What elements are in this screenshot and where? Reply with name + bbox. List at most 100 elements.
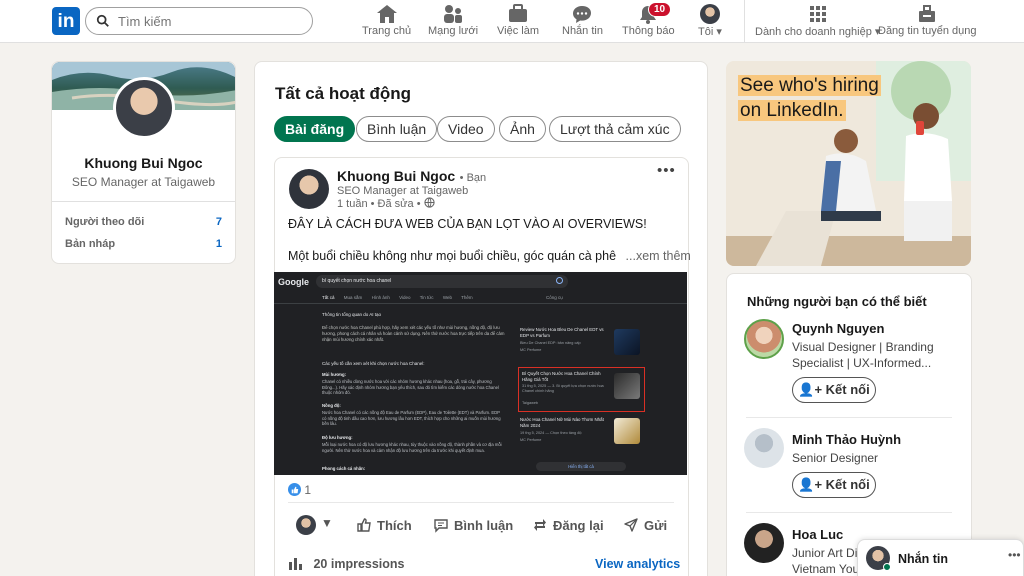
result-snippet: 19 thg 5, 2024 — Chọn theo tầng độ bbox=[520, 430, 582, 435]
factor-heading: Nồng độ: bbox=[322, 403, 341, 408]
result-source: Taigaweb bbox=[522, 401, 539, 405]
profile-stat-drafts[interactable]: Bản nháp 1 bbox=[65, 238, 222, 250]
comment-icon bbox=[434, 519, 448, 533]
nav-notifications[interactable]: 10 Thông báo bbox=[622, 2, 675, 37]
comment-button[interactable]: Bình luận bbox=[433, 517, 513, 533]
filter-reactions[interactable]: Lượt thả cảm xúc bbox=[549, 116, 681, 142]
google-search-query: bí quyết chọn nước hoa chanel bbox=[322, 278, 392, 284]
post-image[interactable]: Google bí quyết chọn nước hoa chanel Tất… bbox=[274, 272, 687, 475]
pymk-name[interactable]: Hoa Luc bbox=[792, 527, 843, 542]
bar-chart-icon bbox=[289, 558, 302, 570]
profile-avatar[interactable] bbox=[113, 77, 175, 139]
result-title: Bí Quyết Chọn Nước Hoa Chanel Chính Hãng… bbox=[522, 371, 601, 382]
nav-home[interactable]: Trang chủ bbox=[362, 4, 411, 37]
pymk-divider bbox=[746, 417, 952, 418]
chevron-down-icon: ▾ bbox=[713, 26, 722, 38]
pymk-headline: Specialist | UX-Informed... bbox=[792, 356, 932, 370]
connect-button[interactable]: 👤+ Kết nối bbox=[792, 377, 876, 403]
filter-videos[interactable]: Video bbox=[437, 116, 495, 142]
connect-button[interactable]: 👤+ Kết nối bbox=[792, 472, 876, 498]
profile-name[interactable]: Khuong Bui Ngoc bbox=[52, 155, 235, 171]
profile-divider bbox=[52, 201, 235, 202]
nav-me[interactable]: Tôi ▾ bbox=[698, 4, 722, 38]
google-tabs-divider bbox=[274, 303, 687, 304]
post-title: ĐÂY LÀ CÁCH ĐƯA WEB CỦA BẠN LỌT VÀO AI O… bbox=[288, 217, 647, 231]
reaction-count[interactable]: 1 bbox=[288, 483, 311, 497]
post-author-name[interactable]: Khuong Bui Ngoc bbox=[337, 168, 455, 184]
result-snippet: Bleu De Chanel EDP: bản nâng cấp bbox=[520, 340, 581, 345]
google-tab: Thêm bbox=[461, 295, 473, 300]
factor-text: Chanel có nhiều dòng nước hoa với các nh… bbox=[322, 379, 499, 396]
connect-label: Kết nối bbox=[825, 477, 870, 492]
post-author-avatar[interactable] bbox=[289, 169, 329, 209]
google-tab: Tin tức bbox=[419, 295, 434, 300]
pymk-avatar[interactable] bbox=[744, 428, 784, 468]
google-logo: Google bbox=[278, 277, 309, 287]
messaging-bar[interactable]: Nhắn tin ••• bbox=[857, 539, 1024, 576]
like-button[interactable]: Thích bbox=[356, 517, 412, 533]
chevron-down-icon[interactable]: ▼ bbox=[321, 516, 333, 530]
post-author-relation: • Bạn bbox=[459, 172, 487, 184]
view-analytics-link[interactable]: View analytics bbox=[595, 557, 680, 571]
send-button[interactable]: Gửi bbox=[623, 517, 667, 533]
repost-button[interactable]: Đăng lại bbox=[532, 517, 604, 533]
factors-heading: Các yếu tố cần xem xét khi chọn nước hoa… bbox=[322, 361, 425, 366]
see-more-link[interactable]: ...xem thêm bbox=[626, 249, 691, 263]
result-title: Review Nước Hoa Bleu De Chanel EDT vs ED… bbox=[520, 327, 604, 338]
post-more-icon[interactable]: ••• bbox=[657, 162, 676, 179]
nav-business-label: Dành cho doanh nghiệp bbox=[755, 26, 872, 38]
google-tabs: Tất cả Mua sắm Hình ảnh Video Tin tức We… bbox=[322, 295, 473, 300]
profile-stat-value: 1 bbox=[215, 238, 222, 250]
search-input[interactable] bbox=[118, 11, 298, 31]
jobs-icon bbox=[508, 4, 527, 22]
nav-notifications-label: Thông báo bbox=[622, 25, 675, 37]
pymk-avatar[interactable] bbox=[744, 319, 784, 359]
linkedin-logo[interactable]: in bbox=[52, 7, 80, 35]
post-as-avatar[interactable] bbox=[296, 515, 316, 535]
hiring-ad[interactable]: See who's hiring on LinkedIn. bbox=[726, 61, 971, 266]
google-tab: Mua sắm bbox=[343, 295, 363, 300]
impressions-count: 20 impressions bbox=[313, 557, 405, 571]
pymk-headline: Visual Designer | Branding bbox=[792, 340, 934, 354]
impressions-row[interactable]: 20 impressions bbox=[288, 556, 405, 571]
ai-overview-label: Thông tin tổng quan do AI tạo bbox=[322, 312, 382, 317]
pymk-avatar[interactable] bbox=[744, 523, 784, 563]
pymk-name[interactable]: Minh Thảo Huỳnh bbox=[792, 432, 901, 447]
connect-label: Kết nối bbox=[825, 382, 870, 397]
pymk-name[interactable]: Quynh Nguyen bbox=[792, 321, 884, 336]
ad-headline: See who's hiring on LinkedIn. bbox=[738, 73, 881, 123]
google-tab: Tất cả bbox=[322, 295, 335, 300]
post-author-line: Khuong Bui Ngoc • Bạn bbox=[337, 168, 486, 186]
reaction-count-value: 1 bbox=[304, 483, 312, 497]
pymk-headline: Junior Art Di bbox=[792, 546, 858, 560]
messaging-more-icon[interactable]: ••• bbox=[1008, 548, 1021, 562]
filter-posts[interactable]: Bài đăng bbox=[274, 116, 356, 142]
pymk-heading: Những người bạn có thể biết bbox=[747, 294, 927, 309]
filter-images[interactable]: Ảnh bbox=[499, 116, 546, 142]
nav-jobs-label: Việc làm bbox=[497, 25, 539, 37]
result-title: Nước Hoa Chanel Nữ Mùi Nào Thơm Nhất Năm… bbox=[520, 417, 604, 428]
factor-heading: Mùi hương: bbox=[322, 372, 347, 377]
nav-messaging[interactable]: Nhắn tin bbox=[562, 4, 603, 37]
top-nav: in Trang chủ Mạng lưới Việc làm Nhắn tin… bbox=[0, 0, 1024, 43]
post-meta-line: 1 tuần • Đã sửa • bbox=[337, 197, 435, 210]
profile-stat-followers[interactable]: Người theo dõi 7 bbox=[65, 216, 222, 228]
notification-badge: 10 bbox=[648, 2, 672, 17]
factor-heading: Độ lưu hương: bbox=[322, 435, 353, 440]
profile-card: Khuong Bui Ngoc SEO Manager at Taigaweb … bbox=[51, 61, 236, 264]
me-avatar bbox=[699, 4, 720, 24]
like-label: Thích bbox=[377, 518, 412, 533]
nav-business[interactable]: Dành cho doanh nghiệp ▾ bbox=[755, 4, 880, 38]
nav-network[interactable]: Mạng lưới bbox=[428, 4, 478, 37]
filter-comments[interactable]: Bình luận bbox=[356, 116, 438, 142]
nav-post-job[interactable]: Đăng tin tuyển dụng bbox=[878, 4, 976, 37]
google-search-icon bbox=[556, 277, 563, 284]
search-box[interactable] bbox=[85, 7, 313, 35]
google-tools: Công cụ bbox=[546, 295, 563, 300]
nav-jobs[interactable]: Việc làm bbox=[497, 4, 539, 37]
profile-headline: SEO Manager at Taigaweb bbox=[71, 175, 216, 189]
result-thumbnail bbox=[614, 329, 640, 355]
nav-me-label: Tôi bbox=[698, 26, 714, 38]
nav-divider bbox=[744, 0, 745, 43]
search-icon bbox=[96, 14, 109, 27]
